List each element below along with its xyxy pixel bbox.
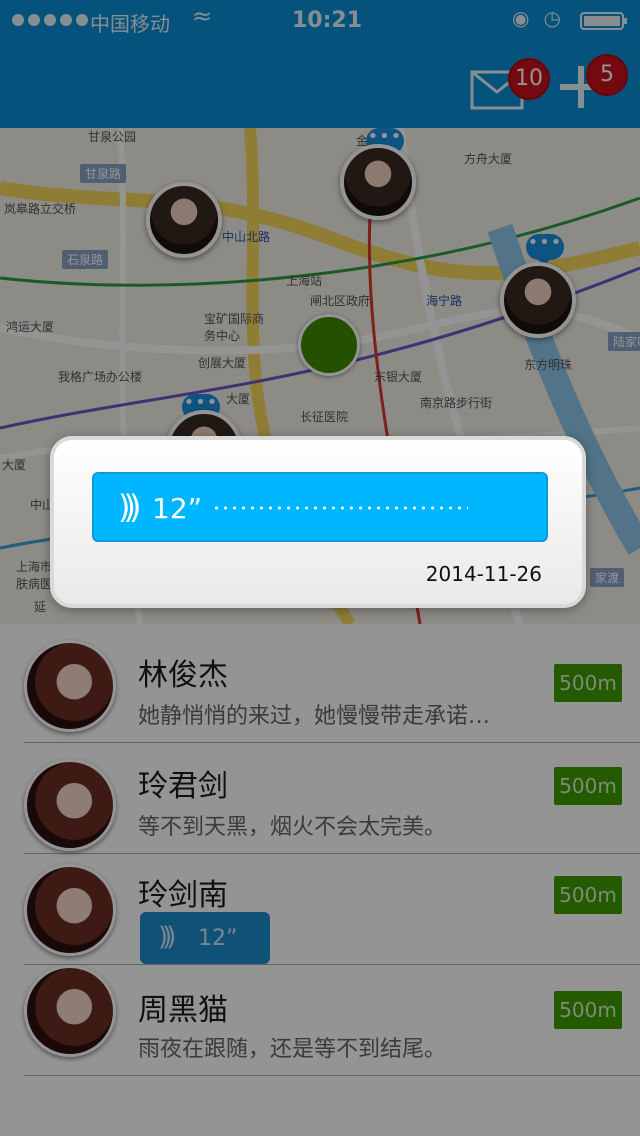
message-date: 2014-11-26 bbox=[425, 562, 542, 586]
playback-progress-dots bbox=[212, 506, 468, 510]
voice-message-popup: ))) 12” 2014-11-26 bbox=[50, 436, 586, 608]
voice-duration: 12” bbox=[152, 492, 203, 525]
sound-wave-icon: ))) bbox=[118, 488, 142, 526]
voice-play-button[interactable]: ))) 12” bbox=[92, 472, 548, 542]
